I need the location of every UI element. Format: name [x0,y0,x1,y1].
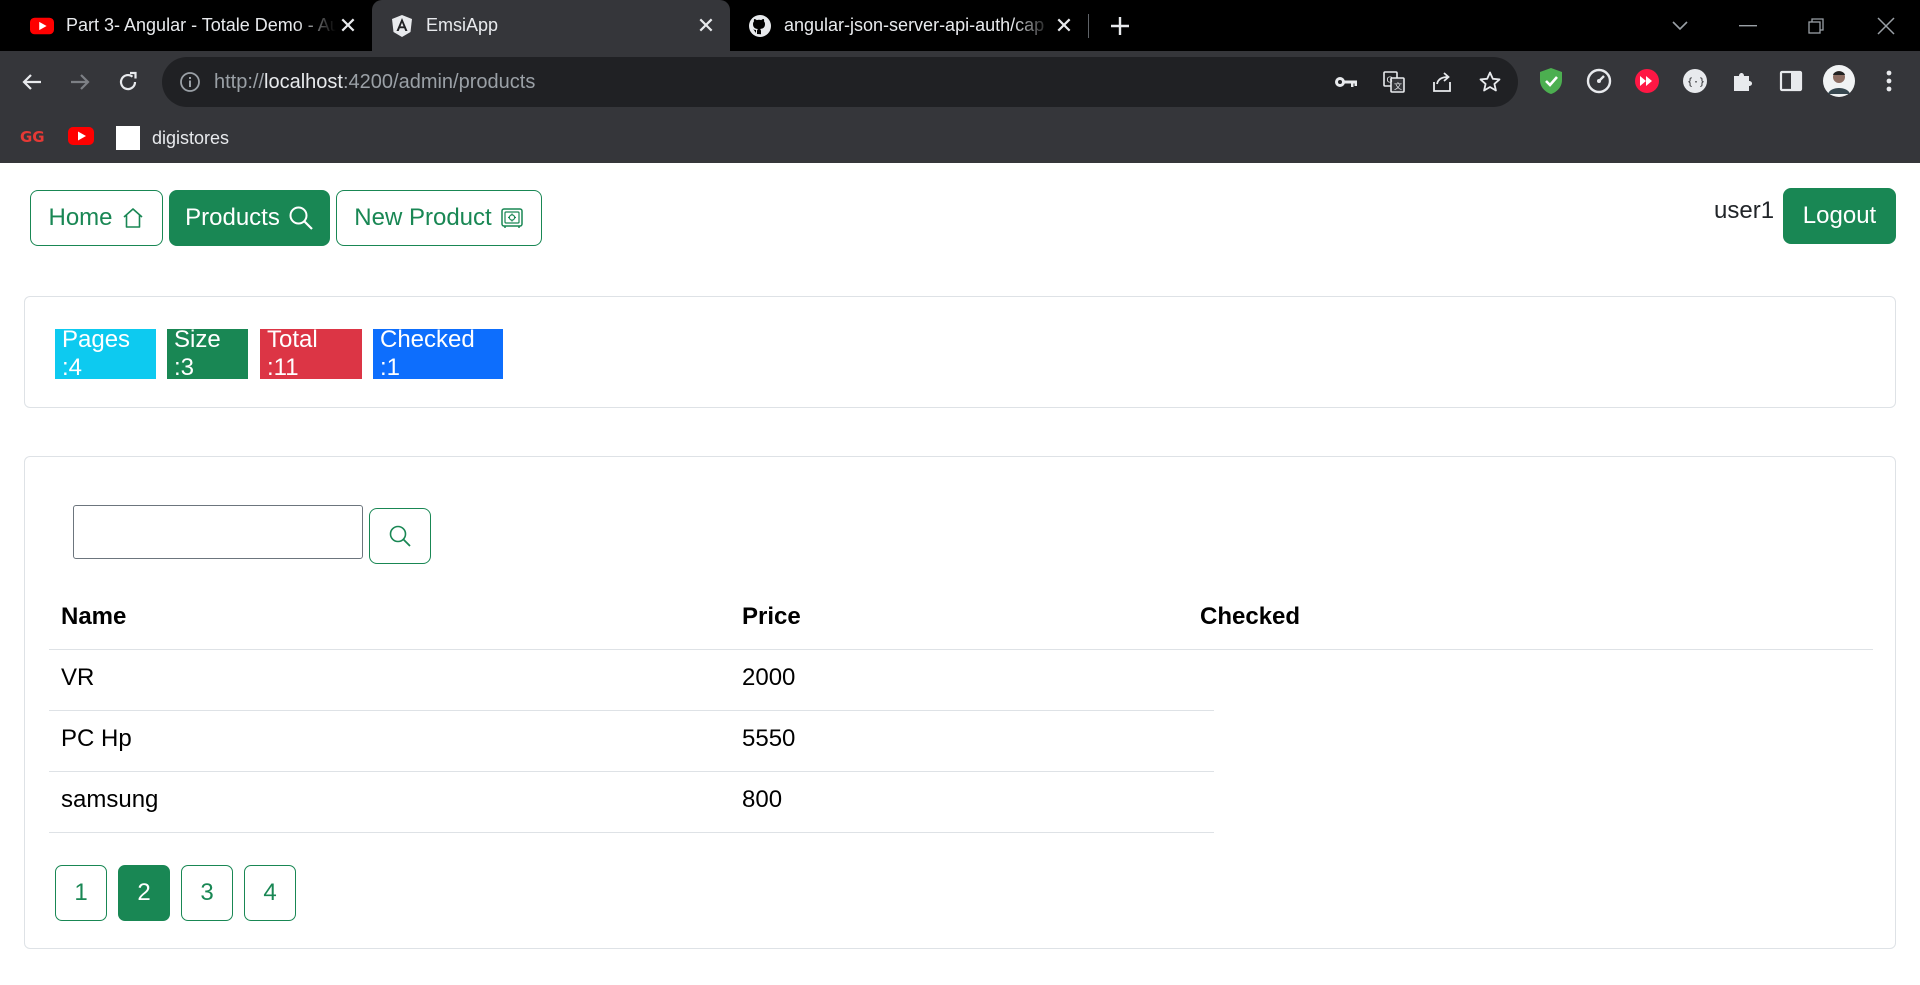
logout-button[interactable]: Logout [1783,188,1896,244]
youtube-icon [30,14,54,38]
translate-icon[interactable]: G文 [1380,68,1408,96]
site-info-icon[interactable] [176,68,204,96]
house-icon [122,208,143,228]
tab-search-icon[interactable] [1650,0,1710,51]
total-badge: Total :11 [260,326,362,381]
stats-card: Pages :4 Size :3 Total :11 Checked :1 [24,296,1896,408]
username-label: user1 [1714,197,1775,224]
search-input[interactable] [73,505,363,559]
svg-text:GG: GG [20,128,45,146]
minimize-icon[interactable] [1718,0,1778,51]
size-badge: Size :3 [167,326,248,381]
speedometer-extension-icon[interactable] [1584,66,1614,96]
youtube-icon [68,126,94,151]
search-icon [389,525,411,547]
page-button-2[interactable]: 2 [118,865,170,921]
close-icon[interactable]: ✕ [1052,13,1076,38]
bookmarks-bar: GG digistores [0,113,1920,163]
pages-badge: Pages :4 [55,326,156,381]
tab-strip: Part 3- Angular - Totale Demo - Auth ✕ E… [0,0,1920,51]
browser-toolbar: http://localhost:4200/admin/products G文 … [0,51,1920,113]
product-price: 2000 [742,664,796,691]
row-divider [49,832,1214,833]
gg-icon: GG [20,126,46,151]
reload-icon[interactable] [108,62,148,102]
svg-text:文: 文 [1394,81,1402,91]
puzzle-extensions-icon[interactable] [1728,66,1758,96]
product-price: 5550 [742,725,796,752]
new-product-label: New Product [354,204,492,231]
tab-title: angular-json-server-api-auth/cap [784,15,1045,35]
digistores-icon [116,126,140,150]
shield-extension-icon[interactable] [1536,66,1566,96]
tab-youtube[interactable]: Part 3- Angular - Totale Demo - Auth ✕ [0,0,372,51]
tab-divider [1088,14,1089,38]
close-icon[interactable]: ✕ [694,13,718,38]
new-tab-button[interactable] [1104,10,1136,42]
bookmark-gg[interactable]: GG [20,123,46,153]
close-icon[interactable]: ✕ [336,13,360,38]
profile-avatar-icon[interactable] [1822,64,1856,98]
fast-forward-extension-icon[interactable] [1632,66,1662,96]
home-label: Home [48,204,113,231]
svg-text:G: G [1387,76,1393,85]
logout-label: Logout [1802,202,1877,229]
row-divider [49,710,1214,711]
products-button[interactable]: Products [169,190,330,246]
app-page: Home Products New Product user1 Logout P… [0,163,1920,985]
row-divider [49,771,1214,772]
tab-github[interactable]: angular-json-server-api-auth/cap ✕ [730,0,1088,51]
bookmark-label: digistores [152,127,230,148]
safe-icon [500,208,523,228]
product-name: VR [61,664,95,691]
product-price: 800 [742,786,783,813]
url-text: http://localhost:4200/admin/products [214,70,536,93]
page-button-4[interactable]: 4 [244,865,296,921]
products-card: Name Price Checked VR 2000 PC Hp 5550 sa… [24,456,1896,949]
product-name: samsung [61,786,159,813]
tab-title: Part 3- Angular - Totale Demo - Auth [66,15,336,35]
column-header-checked: Checked [1200,603,1301,630]
column-header-price: Price [742,603,801,630]
github-icon [748,14,772,38]
key-icon[interactable] [1332,68,1360,96]
bookmark-star-icon[interactable] [1476,68,1504,96]
page-button-1[interactable]: 1 [55,865,107,921]
share-icon[interactable] [1428,68,1456,96]
bookmark-digistores[interactable]: digistores [116,123,229,153]
chrome-menu-icon[interactable] [1874,66,1904,96]
tab-title: EmsiApp [426,15,499,35]
new-product-button[interactable]: New Product [336,190,542,246]
code-extension-icon[interactable]: {·} [1680,66,1710,96]
forward-icon[interactable] [60,62,100,102]
window-close-icon[interactable] [1856,0,1916,51]
tab-emsiapp[interactable]: EmsiApp ✕ [372,0,730,51]
back-icon[interactable] [12,62,52,102]
header-divider [49,649,1873,650]
angular-icon [390,14,414,38]
product-name: PC Hp [61,725,132,752]
bookmark-youtube[interactable] [68,123,94,153]
products-label: Products [185,204,280,231]
address-bar[interactable]: http://localhost:4200/admin/products G文 [162,57,1518,107]
checked-badge: Checked :1 [373,326,503,381]
restore-icon[interactable] [1786,0,1846,51]
home-button[interactable]: Home [30,190,163,246]
page-button-3[interactable]: 3 [181,865,233,921]
search-button[interactable] [369,508,431,564]
search-icon [289,206,313,230]
column-header-name: Name [61,603,127,630]
side-panel-icon[interactable] [1776,66,1806,96]
svg-text:{·}: {·} [1687,77,1705,88]
